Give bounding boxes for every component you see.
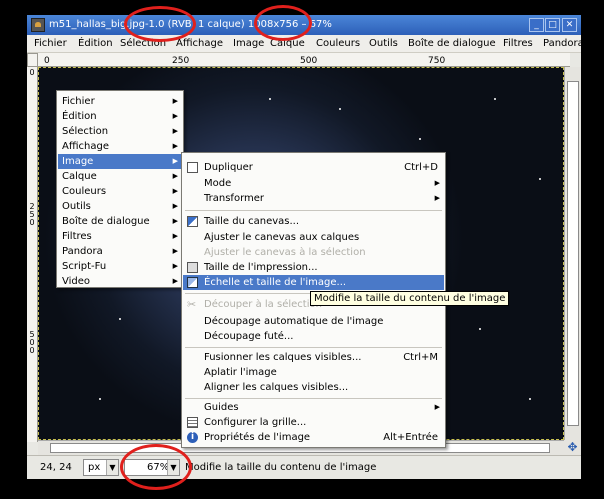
menu-boite-de-dialogue[interactable]: Boîte de dialogue bbox=[408, 38, 496, 49]
menu-filtres[interactable]: Filtres bbox=[503, 38, 533, 49]
star bbox=[339, 108, 341, 110]
canvas-size-icon bbox=[187, 216, 198, 227]
ctx-item-outils[interactable]: Outils ▶ bbox=[58, 199, 182, 214]
unit-value: px bbox=[88, 462, 101, 473]
ctx-item-edition[interactable]: Édition ▶ bbox=[58, 109, 182, 124]
ctx-item-video[interactable]: Video ▶ bbox=[58, 274, 182, 289]
menu-item-echelle[interactable]: Échelle et taille de l'image... bbox=[183, 275, 444, 290]
menu-item-taille-canevas[interactable]: Taille du canevas... bbox=[183, 214, 444, 229]
status-message: Modifie la taille du contenu de l'image bbox=[185, 462, 377, 473]
crop-icon: ✂ bbox=[187, 298, 197, 311]
menu-item-dupliquer[interactable]: Dupliquer Ctrl+D bbox=[183, 160, 444, 175]
menu-item-ajuster-canevas[interactable]: Ajuster le canevas aux calques bbox=[183, 230, 444, 245]
menu-separator bbox=[185, 398, 442, 399]
ctx-item-couleurs[interactable]: Couleurs ▶ bbox=[58, 184, 182, 199]
ruler-tick: 750 bbox=[428, 56, 446, 66]
ctx-item-calque[interactable]: Calque ▶ bbox=[58, 169, 182, 184]
menu-item-taille-impression[interactable]: Taille de l'impression... bbox=[183, 260, 444, 275]
star bbox=[269, 98, 271, 100]
chevron-down-icon: ▼ bbox=[106, 460, 118, 475]
star bbox=[99, 398, 101, 400]
ruler-tick: 250 bbox=[29, 202, 35, 227]
duplicate-icon bbox=[187, 162, 198, 173]
menu-item-aligner[interactable]: Aligner les calques visibles... bbox=[183, 380, 444, 395]
star bbox=[529, 398, 531, 400]
ruler-tick: 250 bbox=[172, 56, 190, 66]
menu-item-mode[interactable]: Mode ▶ bbox=[183, 176, 444, 191]
ctx-item-selection[interactable]: Sélection ▶ bbox=[58, 124, 182, 139]
horizontal-ruler[interactable]: 0 250 500 750 bbox=[38, 53, 570, 67]
menu-item-ajuster-selection: Ajuster le canevas à la sélection bbox=[204, 247, 366, 258]
menu-item-guides[interactable]: Guides ▶ bbox=[183, 400, 444, 415]
menu-edition[interactable]: Édition bbox=[78, 38, 113, 49]
menu-fichier[interactable]: Fichier bbox=[34, 38, 67, 49]
tooltip: Modifie la taille du contenu de l'image bbox=[310, 291, 510, 306]
menu-image[interactable]: Image bbox=[233, 38, 264, 49]
menu-item-aplatir[interactable]: Aplatir l'image bbox=[183, 365, 444, 380]
print-size-icon bbox=[187, 262, 198, 273]
ctx-item-filtres[interactable]: Filtres ▶ bbox=[58, 229, 182, 244]
menu-outils[interactable]: Outils bbox=[369, 38, 398, 49]
minimize-button[interactable]: _ bbox=[529, 18, 544, 32]
menu-separator bbox=[185, 347, 442, 348]
ctx-item-script-fu[interactable]: Script-Fu ▶ bbox=[58, 259, 182, 274]
ctx-item-image[interactable]: Image ▶ bbox=[58, 154, 182, 169]
ctx-item-boite-de-dialogue[interactable]: Boîte de dialogue ▶ bbox=[58, 214, 182, 229]
ctx-item-affichage[interactable]: Affichage ▶ bbox=[58, 139, 182, 154]
star bbox=[539, 178, 541, 180]
annotation-circle bbox=[120, 444, 192, 490]
annotation-circle bbox=[254, 5, 312, 41]
menu-item-fusionner[interactable]: Fusionner les calques visibles... Ctrl+M bbox=[183, 350, 444, 365]
menu-item-decoupage-auto[interactable]: Découpage automatique de l'image bbox=[183, 314, 444, 329]
menu-item-transformer[interactable]: Transformer ▶ bbox=[183, 191, 444, 206]
grid-icon bbox=[187, 417, 198, 428]
vertical-ruler[interactable]: 0 250 500 bbox=[27, 67, 38, 442]
star bbox=[119, 318, 121, 320]
maximize-button[interactable]: □ bbox=[545, 18, 560, 32]
quick-mask-toggle[interactable] bbox=[27, 53, 38, 67]
pointer-coordinates: 24, 24 bbox=[40, 462, 72, 473]
ruler-tick: 500 bbox=[300, 56, 318, 66]
menu-pandora[interactable]: Pandora bbox=[543, 38, 584, 49]
star bbox=[419, 138, 421, 140]
gimp-app-icon bbox=[31, 18, 45, 32]
menu-separator bbox=[185, 210, 442, 211]
ruler-tick: 0 bbox=[44, 56, 50, 66]
vertical-scrollbar[interactable] bbox=[564, 67, 581, 440]
menu-couleurs[interactable]: Couleurs bbox=[316, 38, 360, 49]
info-icon: i bbox=[187, 432, 198, 443]
menubar: Fichier Édition Sélection Affichage Imag… bbox=[27, 35, 584, 53]
canvas-context-menu: Fichier ▶ Édition ▶ Sélection ▶ Affichage ▶ … bbox=[56, 90, 184, 288]
annotation-circle bbox=[124, 6, 196, 42]
ctx-item-fichier[interactable]: Fichier ▶ bbox=[58, 94, 182, 109]
ctx-item-pandora[interactable]: Pandora ▶ bbox=[58, 244, 182, 259]
ruler-tick: 500 bbox=[29, 330, 35, 355]
star bbox=[494, 98, 496, 100]
menu-item-decoupage-fute[interactable]: Découpage futé... bbox=[183, 329, 444, 344]
unit-select[interactable]: px ▼ bbox=[83, 459, 119, 476]
star bbox=[479, 328, 481, 330]
menu-item-grille[interactable]: Configurer la grille... bbox=[183, 415, 444, 430]
scale-image-icon bbox=[187, 277, 198, 288]
scroll-thumb[interactable] bbox=[567, 81, 579, 426]
navigate-icon[interactable]: ✥ bbox=[564, 440, 581, 455]
menu-affichage[interactable]: Affichage bbox=[176, 38, 223, 49]
menu-item-proprietes[interactable]: i Propriétés de l'image Alt+Entrée bbox=[183, 430, 444, 445]
close-button[interactable]: ✕ bbox=[562, 18, 577, 32]
ruler-tick: 0 bbox=[29, 68, 35, 77]
status-bar: 24, 24 px ▼ 67% ▼ Modifie la taille du c… bbox=[27, 455, 581, 479]
